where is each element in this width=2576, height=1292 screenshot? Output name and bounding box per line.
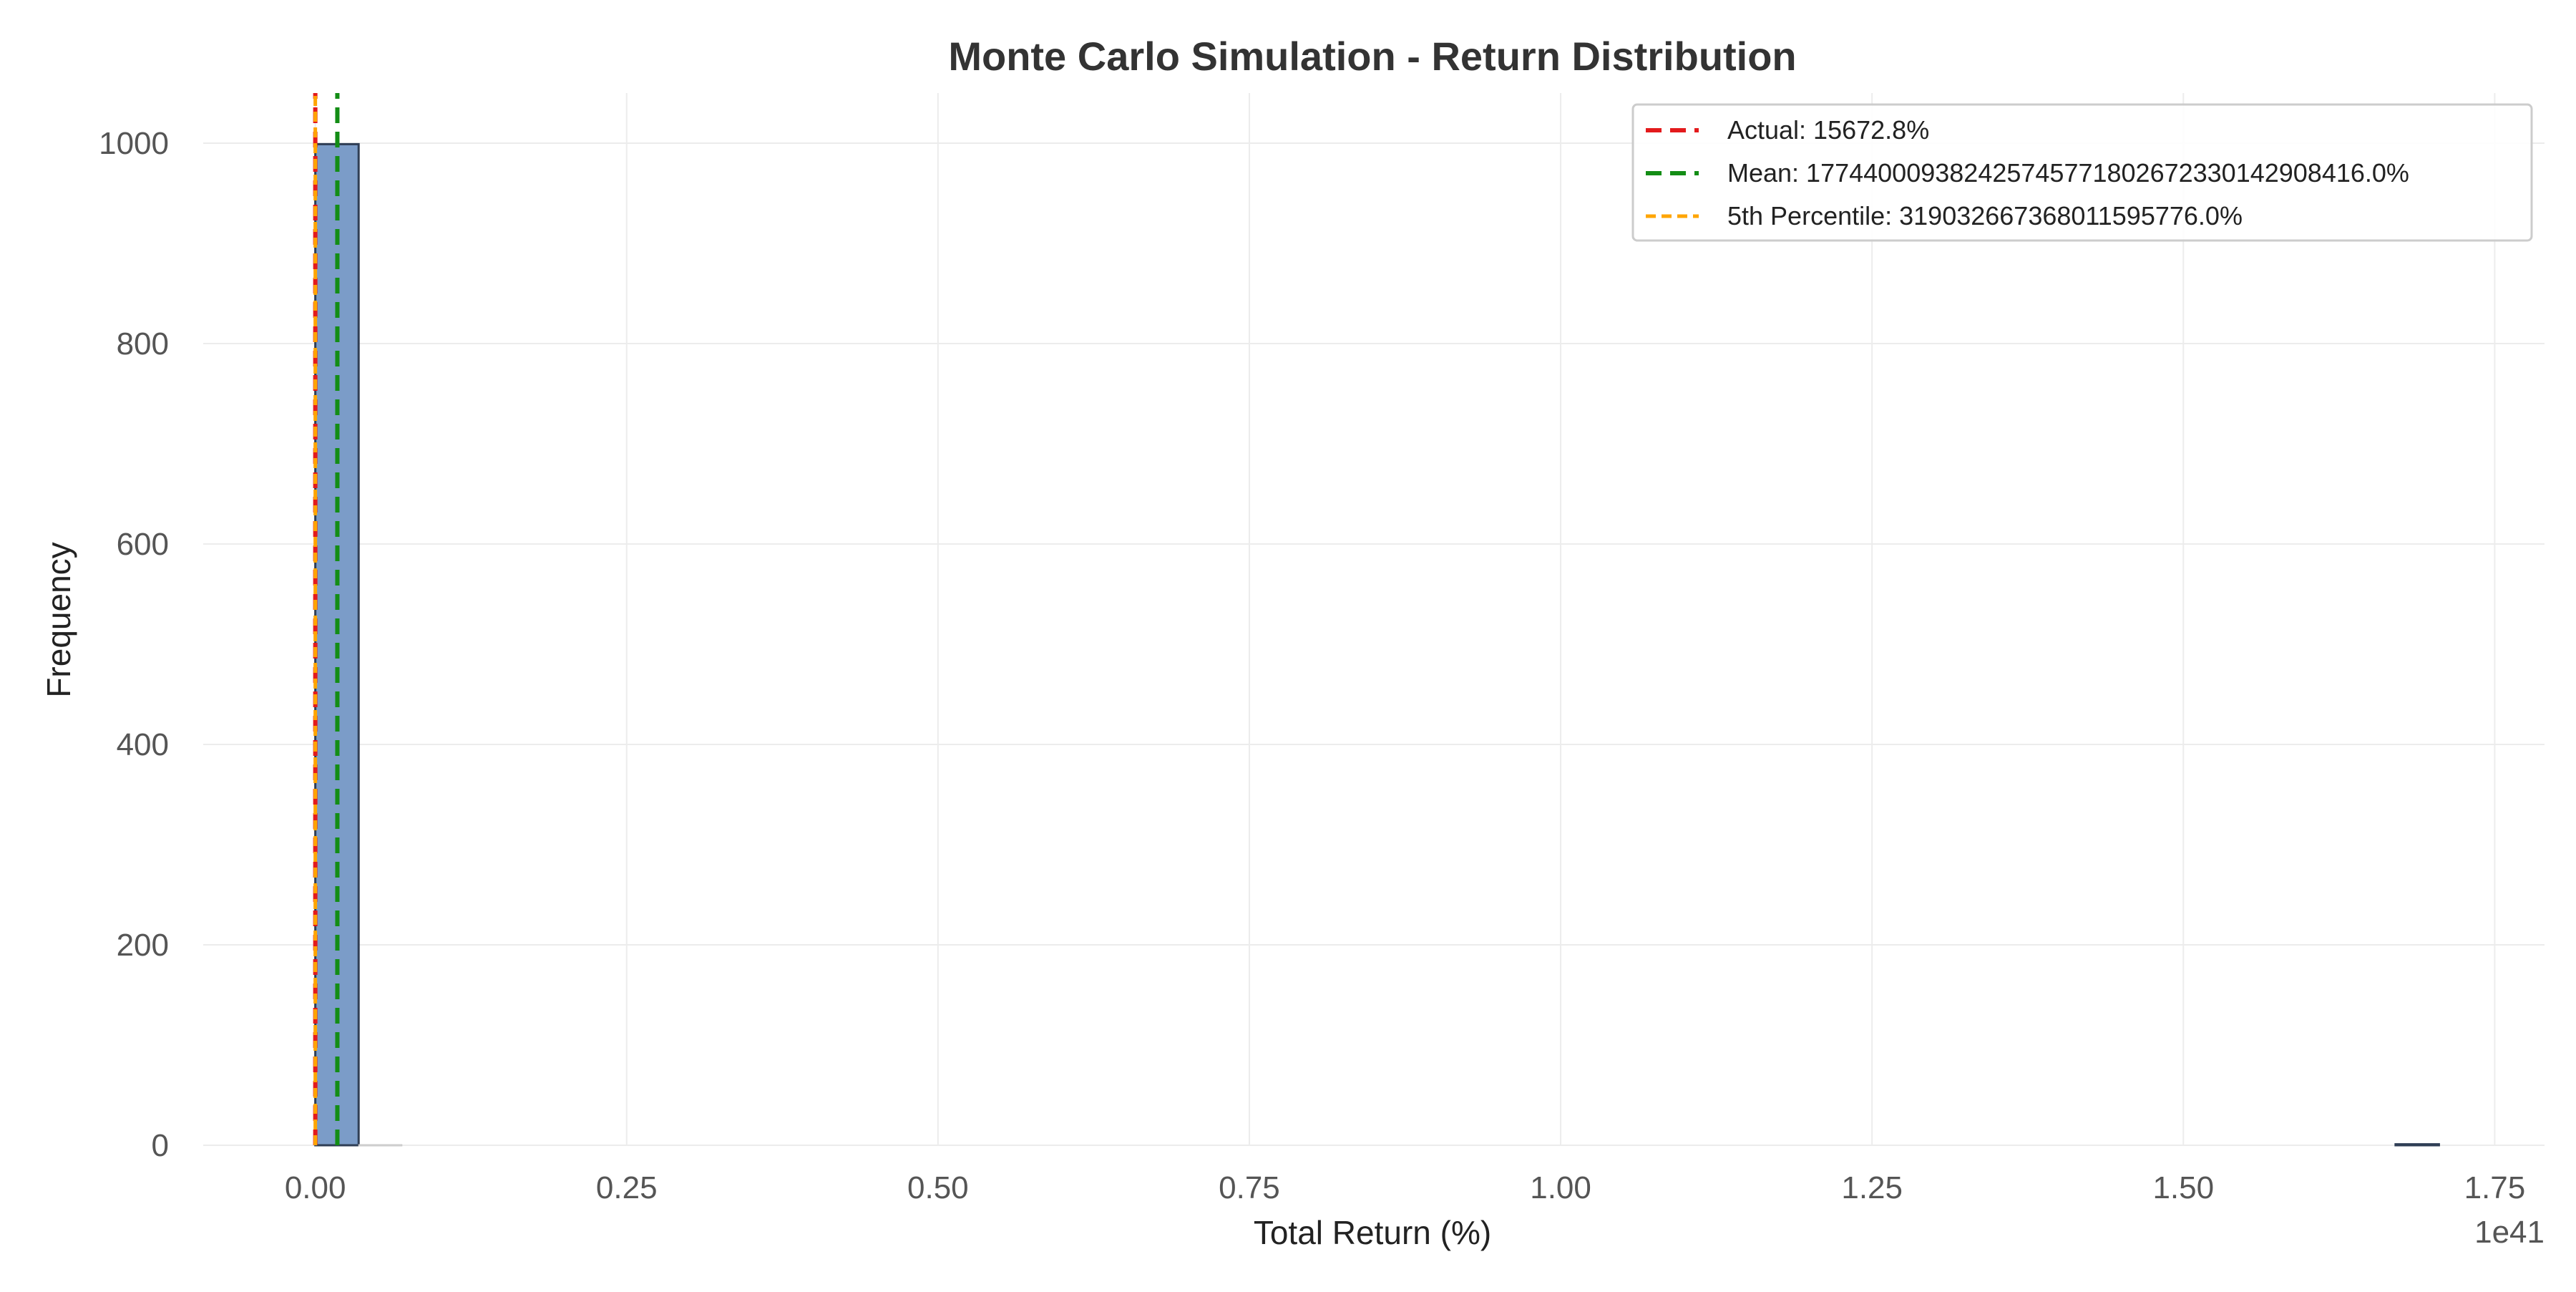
histogram-chart: 0 200 400 600 800 1000 0.00 0.25 0.50 0.75 1.00 1.2… xyxy=(0,0,2576,1288)
x-tick-label: 1.75 xyxy=(2464,1170,2526,1205)
x-axis-label: Total Return (%) xyxy=(1254,1214,1491,1251)
y-tick-label: 1000 xyxy=(99,126,169,161)
x-tick-label: 0.00 xyxy=(285,1170,346,1205)
x-tick-label: 1.25 xyxy=(1841,1170,1903,1205)
legend-entry-label: Actual: 15672.8% xyxy=(1727,115,1929,145)
chart-title: Monte Carlo Simulation - Return Distribu… xyxy=(948,34,1796,79)
y-axis-label: Frequency xyxy=(40,542,77,697)
legend-entry-label: 5th Percentile: 319032667368011595776.0% xyxy=(1727,201,2243,230)
chart-container: 0 200 400 600 800 1000 0.00 0.25 0.50 0.75 1.00 1.2… xyxy=(0,0,2576,1288)
x-tick-label: 1.00 xyxy=(1530,1170,1591,1205)
y-tick-label: 200 xyxy=(117,928,169,963)
x-tick-label: 1.50 xyxy=(2152,1170,2214,1205)
y-tick-label: 800 xyxy=(117,326,169,361)
legend: Actual: 15672.8% Mean: 177440009382425745… xyxy=(1631,103,2533,242)
x-tick-label: 0.50 xyxy=(907,1170,969,1205)
y-tick-label: 0 xyxy=(152,1128,169,1163)
histogram-bar xyxy=(358,1144,403,1147)
x-tick-label: 0.75 xyxy=(1219,1170,1280,1205)
y-tick-label: 600 xyxy=(117,527,169,562)
legend-entry-label: Mean: 1774400093824257457718026723301429… xyxy=(1727,158,2409,188)
x-tick-label: 0.25 xyxy=(596,1170,658,1205)
x-axis-offset-label: 1e41 xyxy=(2474,1215,2545,1250)
y-tick-label: 400 xyxy=(117,727,169,762)
